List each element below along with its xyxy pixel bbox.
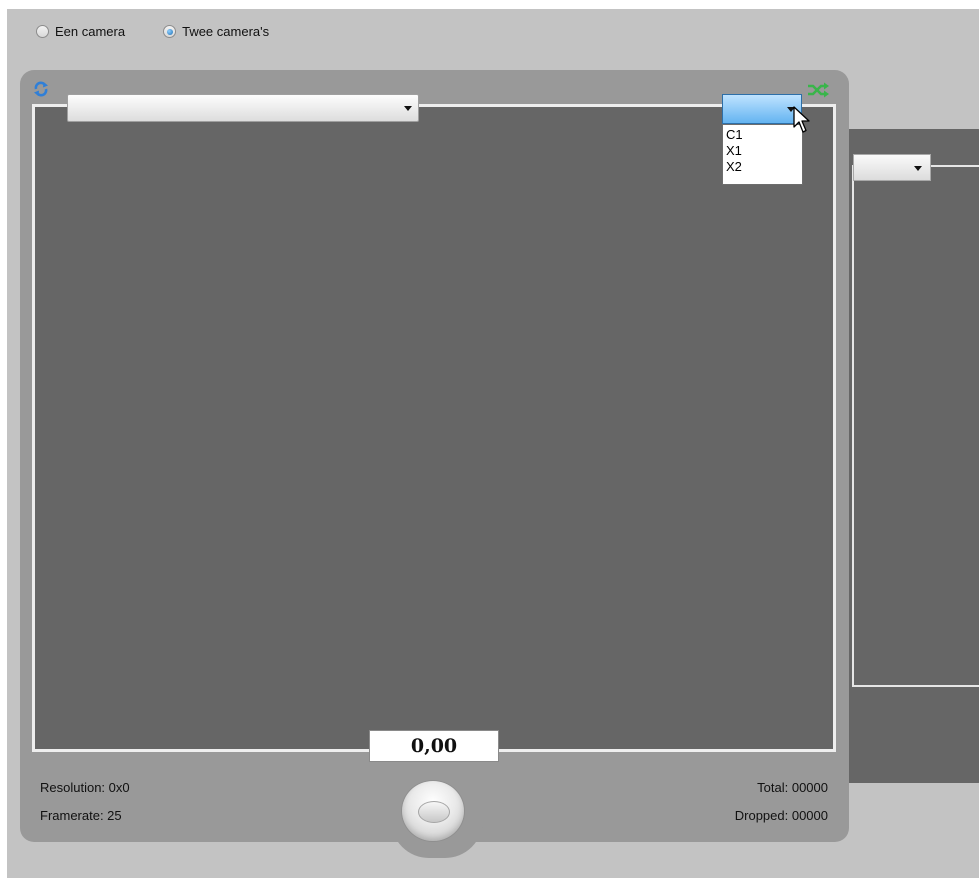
chevron-down-icon[interactable]: [914, 166, 922, 171]
mode-dropdown-list: C1 X1 X2: [722, 124, 803, 185]
record-button[interactable]: [401, 780, 465, 842]
radio-label-twee-cameras: Twee camera's: [182, 24, 270, 39]
radio-circle-icon[interactable]: [36, 25, 49, 38]
total-frames-label: Total: 00000: [757, 780, 828, 795]
main-camera-select[interactable]: [67, 94, 419, 122]
mode-select[interactable]: [722, 94, 802, 124]
main-video-frame: [32, 104, 836, 752]
timer-display: 0,00: [369, 730, 499, 762]
chevron-down-icon[interactable]: [404, 106, 412, 111]
dropped-frames-label: Dropped: 00000: [734, 808, 828, 823]
radio-twee-cameras[interactable]: Twee camera's: [163, 24, 269, 39]
mouse-cursor-icon: [793, 106, 810, 133]
mode-option-x2[interactable]: X2: [726, 159, 802, 175]
window-top-edge: [0, 0, 979, 9]
mode-option-c1[interactable]: C1: [726, 127, 802, 143]
refresh-icon[interactable]: [32, 80, 50, 98]
secondary-video-frame: [852, 165, 979, 687]
radio-een-camera[interactable]: Een camera: [36, 24, 125, 39]
resolution-label: Resolution: 0x0: [40, 780, 130, 795]
camera-mode-radio-group: Een camera Twee camera's: [36, 24, 269, 39]
framerate-label: Framerate: 25: [40, 808, 122, 823]
radio-label-een-camera: Een camera: [55, 24, 126, 39]
window-left-edge: [0, 0, 7, 878]
secondary-camera-select[interactable]: [853, 154, 931, 181]
radio-circle-checked-icon[interactable]: [163, 25, 177, 38]
mode-option-x1[interactable]: X1: [726, 143, 802, 159]
shuffle-icon[interactable]: [807, 82, 829, 98]
